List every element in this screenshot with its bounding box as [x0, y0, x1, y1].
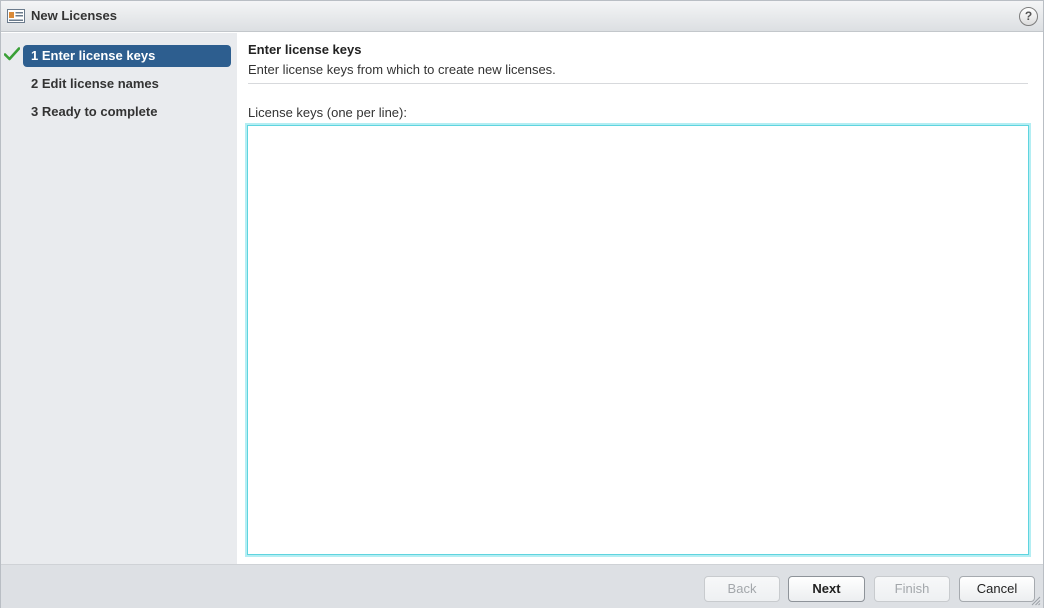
new-licenses-dialog: New Licenses ? 1 Enter license keys 2 Ed… [0, 0, 1044, 608]
checkmark-icon [4, 47, 20, 61]
title-bar[interactable]: New Licenses ? [1, 1, 1043, 32]
page-description: Enter license keys from which to create … [248, 62, 556, 77]
resize-grip-icon[interactable] [1031, 596, 1041, 606]
page-title: Enter license keys [248, 42, 362, 57]
license-card-icon [7, 9, 25, 23]
license-keys-label: License keys (one per line): [248, 105, 407, 120]
step-enter-license-keys[interactable]: 1 Enter license keys [23, 45, 231, 67]
back-button[interactable]: Back [704, 576, 780, 602]
license-keys-input[interactable] [247, 125, 1029, 555]
cancel-button[interactable]: Cancel [959, 576, 1035, 602]
next-button[interactable]: Next [788, 576, 865, 602]
step-ready-to-complete[interactable]: 3 Ready to complete [23, 101, 231, 123]
wizard-steps-panel: 1 Enter license keys 2 Edit license name… [1, 33, 237, 564]
finish-button[interactable]: Finish [874, 576, 950, 602]
wizard-content: Enter license keys Enter license keys fr… [237, 33, 1043, 564]
help-icon[interactable]: ? [1019, 7, 1038, 26]
dialog-title: New Licenses [31, 8, 117, 23]
divider [248, 83, 1028, 84]
step-edit-license-names[interactable]: 2 Edit license names [23, 73, 231, 95]
wizard-footer: Back Next Finish Cancel [1, 564, 1043, 608]
